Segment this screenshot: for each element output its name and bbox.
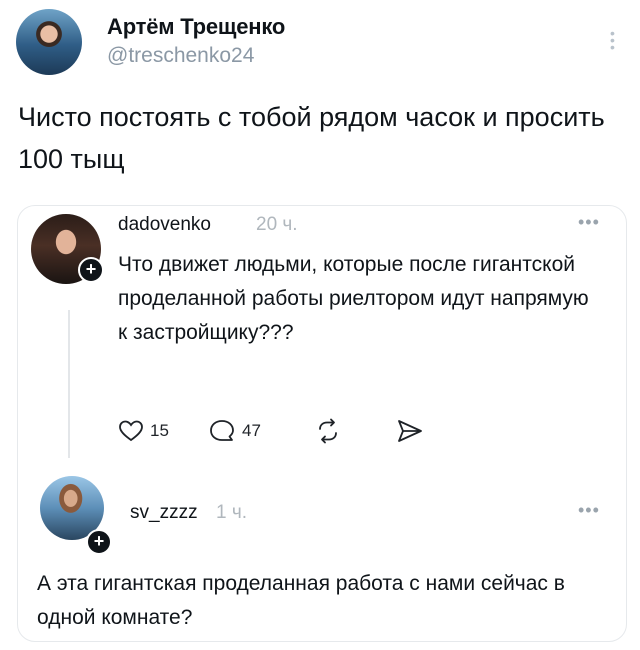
reply-username[interactable]: sv_zzzz: [130, 502, 198, 524]
comment-button[interactable]: 47: [208, 416, 261, 446]
repost-icon: [319, 418, 337, 444]
heart-icon: [119, 420, 143, 442]
post-text: Чисто постоять с тобой рядом часок и про…: [18, 102, 605, 174]
reply-time: 20 ч.: [256, 214, 298, 235]
more-icon[interactable]: •••: [578, 212, 600, 233]
author-avatar[interactable]: [16, 9, 82, 75]
more-icon[interactable]: •••: [578, 500, 600, 521]
reply-text: А эта гигантская проделанная работа с на…: [37, 572, 565, 629]
reply-username[interactable]: dadovenko: [118, 214, 211, 236]
reply-text: Что движет людьми, которые после гигантс…: [118, 253, 589, 344]
more-vertical-icon[interactable]: • • •: [610, 26, 616, 54]
repost-button[interactable]: [314, 416, 342, 446]
author-name[interactable]: Артём Трещенко: [107, 14, 285, 40]
follow-plus-icon[interactable]: +: [86, 529, 112, 555]
like-count: 15: [150, 421, 169, 440]
send-icon: [398, 420, 422, 442]
reply-time: 1 ч.: [216, 502, 248, 523]
follow-plus-icon[interactable]: +: [78, 257, 104, 283]
thread-line: [68, 310, 70, 458]
author-handle[interactable]: @treschenko24: [107, 44, 254, 68]
like-button[interactable]: 15: [118, 416, 169, 446]
share-button[interactable]: [396, 416, 424, 446]
comment-icon: [210, 420, 234, 441]
comment-count: 47: [242, 421, 261, 440]
